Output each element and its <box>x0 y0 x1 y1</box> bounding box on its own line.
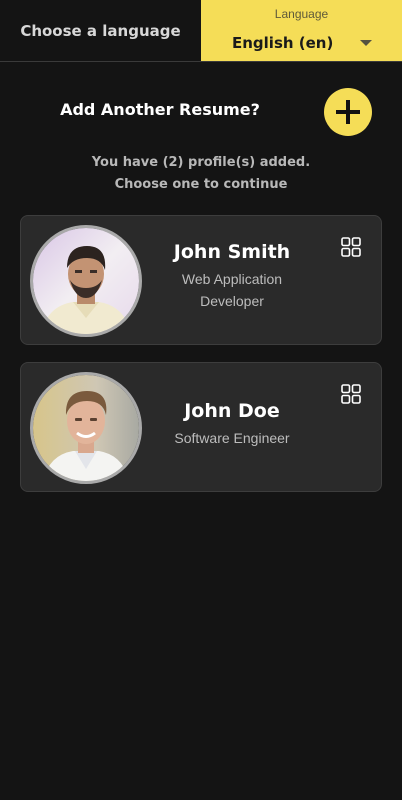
profile-count-text: You have (2) profile(s) added. <box>91 155 311 170</box>
profile-name: John Doe <box>184 400 280 422</box>
language-select[interactable]: Language English (en) <box>201 0 402 61</box>
profile-card[interactable]: John Doe Software Engineer <box>20 362 382 492</box>
profile-info: John Smith Web Application Developer <box>156 240 308 312</box>
profile-name: John Smith <box>173 241 291 263</box>
language-select-value: English (en) <box>232 34 334 52</box>
choose-profile-text: Choose one to continue <box>114 177 288 192</box>
grid-icon[interactable] <box>341 237 361 257</box>
language-select-caption: Language <box>274 7 329 21</box>
profile-card[interactable]: John Smith Web Application Developer <box>20 215 382 345</box>
plus-icon <box>336 100 360 124</box>
caret-down-icon <box>360 40 372 46</box>
add-resume-button[interactable] <box>324 88 372 136</box>
profile-role-line-2: Developer <box>200 293 264 309</box>
profile-info: John Doe Software Engineer <box>156 399 308 449</box>
choose-language-label: Choose a language <box>20 21 181 40</box>
avatar <box>30 225 142 337</box>
grid-icon[interactable] <box>341 384 361 404</box>
profile-role: Web Application Developer <box>156 268 308 312</box>
top-bar: Choose a language Language English (en) <box>0 0 402 62</box>
profile-role-line-1: Web Application <box>181 271 283 287</box>
add-resume-title: Add Another Resume? <box>60 100 260 119</box>
avatar <box>30 372 142 484</box>
profile-role: Software Engineer <box>174 430 290 446</box>
